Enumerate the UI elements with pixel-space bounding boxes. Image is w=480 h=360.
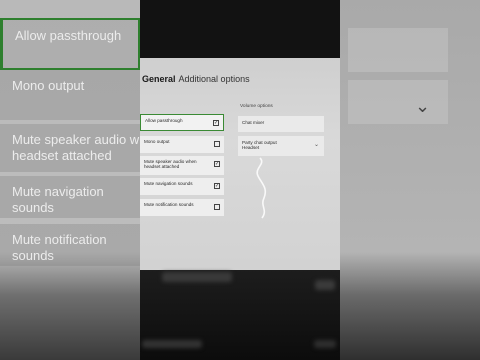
blurred-shape [315,280,335,290]
ghost-cell [348,28,448,72]
checkbox-checked-icon[interactable]: ✓ [213,120,219,126]
blurred-shape [314,340,336,348]
blurred-shape [142,340,202,348]
blurred-background-left: Allow passthrough Mono output Mute speak… [0,0,140,360]
checkbox-checked-icon[interactable]: ✓ [214,183,220,189]
settings-screen: General Additional options Allow passthro… [140,58,340,270]
option-mute-speaker-audio[interactable]: Mute speaker audio when headset attached… [140,156,224,175]
option-label: Mute notification sounds [144,202,194,207]
party-chat-output-dropdown[interactable]: Party chat output Headset ⌄ [238,136,324,156]
chevron-down-icon: ⌄ [313,142,319,148]
ghost-option: Allow passthrough [0,18,140,70]
chat-mixer-label: Chat mixer [242,120,265,125]
blurred-footer [140,270,340,360]
checkbox-empty-icon[interactable] [214,204,220,210]
option-label: Mute navigation sounds [144,181,193,186]
ghost-option: Mute speaker audio whe headset attached [0,124,140,172]
option-label: Mute speaker audio when headset attached [144,159,197,169]
blurred-shape [162,272,232,282]
ghost-option: Mute notification sounds [0,224,140,266]
page-subtitle: Additional options [178,74,250,84]
finger-glare [256,157,267,219]
video-frame: General Additional options Allow passthro… [140,0,340,360]
chevron-down-icon: ⌄ [415,96,431,116]
blurred-background-right: ⌄ [340,0,480,360]
ghost-cell [348,80,448,124]
option-label: Mono output [144,139,170,144]
option-mute-notification-sounds[interactable]: Mute notification sounds [140,199,224,216]
volume-options-title: Volume options [240,104,273,109]
ghost-option: Mute navigation sounds [0,176,140,218]
option-mono-output[interactable]: Mono output [140,136,224,153]
party-chat-value: Headset [242,145,260,151]
party-chat-label: Party chat output [242,140,277,145]
page-header: General Additional options [142,74,250,84]
ghost-option: Mono output [0,70,140,120]
option-label: Allow passthrough [145,118,183,123]
option-allow-passthrough[interactable]: Allow passthrough ✓ [140,114,224,131]
chat-mixer-button[interactable]: Chat mixer [238,116,324,132]
option-mute-navigation-sounds[interactable]: Mute navigation sounds ✓ [140,178,224,195]
checkbox-empty-icon[interactable] [214,141,220,147]
checkbox-checked-icon[interactable]: ✓ [214,161,220,167]
page-title: General [142,74,176,84]
